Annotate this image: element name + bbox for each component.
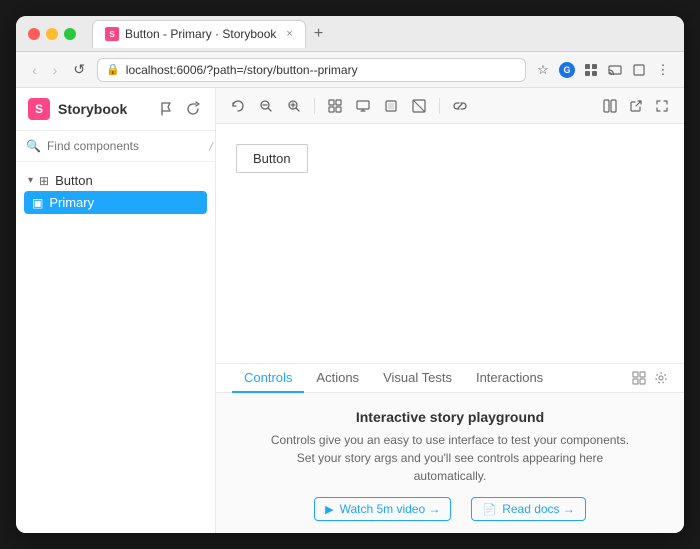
tab-controls[interactable]: Controls — [232, 364, 304, 393]
search-shortcut: / — [208, 140, 215, 153]
story-icon: ▣ — [32, 196, 43, 210]
browser-window: S Button - Primary · Storybook × + ‹ › ↺… — [16, 16, 684, 533]
watch-video-link[interactable]: ▶ Watch 5m video → — [314, 497, 451, 521]
title-bar: S Button - Primary · Storybook × + — [16, 16, 684, 52]
toolbar-separator-2 — [439, 98, 440, 114]
lock-icon: 🔒 — [106, 63, 120, 76]
tab-bar: S Button - Primary · Storybook × + — [92, 20, 672, 48]
canvas-toolbar — [216, 88, 684, 124]
component-icon: ⊞ — [39, 174, 49, 188]
tree-button-label: Button — [55, 173, 93, 188]
play-icon: ▶ — [325, 503, 333, 516]
background-icon[interactable] — [409, 96, 429, 116]
panel-body: Interactive story playground Controls gi… — [216, 393, 684, 533]
nav-right: ☆ G ⋮ — [534, 61, 672, 79]
new-tab-button[interactable]: + — [314, 25, 323, 43]
window-icon[interactable] — [630, 61, 648, 79]
preview-button[interactable]: Button — [236, 144, 308, 173]
zoom-out-icon[interactable] — [256, 96, 276, 116]
storybook-icon: S — [28, 98, 50, 120]
copy-link-icon[interactable] — [450, 96, 470, 116]
nav-bar: ‹ › ↺ 🔒 localhost:6006/?path=/story/butt… — [16, 52, 684, 88]
reset-icon[interactable] — [228, 96, 248, 116]
storybook-logo: S Storybook — [28, 98, 127, 120]
flag-icon[interactable] — [157, 99, 177, 119]
panel-links: ▶ Watch 5m video → 📄 Read docs → — [314, 497, 586, 521]
read-docs-label: Read docs → — [502, 502, 575, 516]
storybook-title: Storybook — [58, 101, 127, 117]
panel-tabs: Controls Actions Visual Tests Interactio… — [216, 364, 684, 393]
profile-icon[interactable]: G — [558, 61, 576, 79]
panel-title: Interactive story playground — [356, 409, 544, 425]
chevron-down-icon: ▾ — [28, 175, 33, 186]
canvas-toolbar-right — [600, 96, 672, 116]
tree-button-group[interactable]: ▾ ⊞ Button — [16, 170, 215, 191]
tree-primary-label: Primary — [49, 195, 94, 210]
back-button[interactable]: ‹ — [28, 60, 41, 80]
tab-favicon: S — [105, 27, 119, 41]
search-icon: 🔍 — [26, 139, 41, 153]
zoom-in-icon[interactable] — [284, 96, 304, 116]
sidebar-header: S Storybook — [16, 88, 215, 131]
tab-visual-tests[interactable]: Visual Tests — [371, 364, 464, 393]
maximize-button[interactable] — [64, 28, 76, 40]
forward-button[interactable]: › — [49, 60, 62, 80]
grid-icon[interactable] — [325, 96, 345, 116]
tree-primary-item[interactable]: ▣ Primary — [24, 191, 207, 214]
panel-desc: Controls give you an easy to use interfa… — [270, 431, 630, 485]
sidebar: S Storybook 🔍 / ▾ — [16, 88, 216, 533]
panel-grid-icon[interactable] — [632, 371, 646, 388]
fullscreen-icon[interactable] — [652, 96, 672, 116]
browser-tab-active[interactable]: S Button - Primary · Storybook × — [92, 20, 306, 48]
main-content: S Storybook 🔍 / ▾ — [16, 88, 684, 533]
bottom-panel: Controls Actions Visual Tests Interactio… — [216, 363, 684, 533]
padding-icon[interactable] — [381, 96, 401, 116]
external-link-icon[interactable] — [626, 96, 646, 116]
tab-actions[interactable]: Actions — [304, 364, 371, 393]
panel-tab-icons — [632, 371, 668, 392]
watch-video-label: Watch 5m video → — [340, 502, 441, 516]
minimize-button[interactable] — [46, 28, 58, 40]
cast-icon[interactable] — [606, 61, 624, 79]
traffic-lights — [28, 28, 76, 40]
tab-interactions[interactable]: Interactions — [464, 364, 555, 393]
url-text: localhost:6006/?path=/story/button--prim… — [126, 63, 358, 77]
tab-close-button[interactable]: × — [286, 28, 292, 40]
panel-settings-icon[interactable] — [654, 371, 668, 388]
refresh-button[interactable]: ↺ — [69, 59, 89, 80]
search-input[interactable] — [47, 139, 202, 153]
canvas-area: Button Controls Actions Visual Tests Int… — [216, 88, 684, 533]
side-by-side-icon[interactable] — [600, 96, 620, 116]
canvas-preview: Button — [216, 124, 684, 363]
search-bar: 🔍 / — [16, 131, 215, 162]
tab-title: Button - Primary · Storybook — [125, 27, 276, 41]
address-bar[interactable]: 🔒 localhost:6006/?path=/story/button--pr… — [97, 58, 526, 82]
menu-icon[interactable]: ⋮ — [654, 61, 672, 79]
toolbar-separator-1 — [314, 98, 315, 114]
bookmark-icon[interactable]: ☆ — [534, 61, 552, 79]
close-button[interactable] — [28, 28, 40, 40]
docs-icon: 📄 — [482, 503, 496, 516]
refresh-icon[interactable] — [183, 99, 203, 119]
read-docs-link[interactable]: 📄 Read docs → — [471, 497, 585, 521]
desktop-icon[interactable] — [353, 96, 373, 116]
tree-view: ▾ ⊞ Button ▣ Primary — [16, 162, 215, 533]
sidebar-header-icons — [157, 99, 203, 119]
extensions-icon[interactable] — [582, 61, 600, 79]
